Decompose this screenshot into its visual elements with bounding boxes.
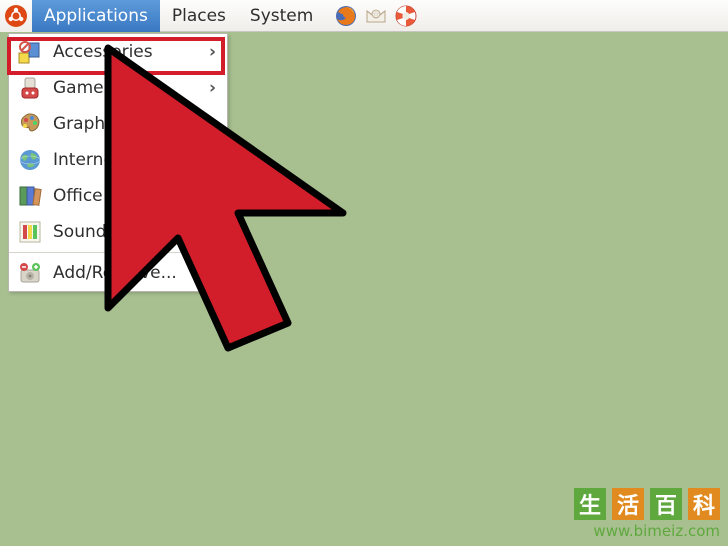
menu-item-label: Add/Remove... [53,263,199,283]
watermark-char: 科 [688,488,720,520]
watermark-chars: 生 活 百 科 [574,488,720,520]
submenu-arrow-icon: › [209,78,219,98]
watermark-char: 生 [574,488,606,520]
menu-item-office[interactable]: Office [9,178,227,214]
accessories-icon [17,39,43,65]
menu-system-label: System [250,6,313,26]
submenu-arrow-icon: › [209,42,219,62]
office-icon [17,183,43,209]
ubuntu-logo-icon[interactable] [0,0,32,32]
menu-system[interactable]: System [238,0,325,32]
menu-separator [9,252,227,253]
menu-item-label: Graphics [53,114,199,134]
internet-icon [17,147,43,173]
watermark-char: 活 [612,488,644,520]
menu-places-label: Places [172,6,226,26]
menu-item-label: Accessories [53,42,199,62]
menu-item-sound-video[interactable]: Sound & Video [9,214,227,250]
multimedia-icon [17,219,43,245]
firefox-icon[interactable] [333,3,359,29]
top-panel: Applications Places System [0,0,728,32]
watermark: 生 活 百 科 www.bimeiz.com [574,488,720,540]
applications-menu: Accessories › Games › Graphics [8,33,228,292]
menu-item-add-remove[interactable]: Add/Remove... [9,255,227,291]
menu-places[interactable]: Places [160,0,238,32]
menu-item-graphics[interactable]: Graphics [9,106,227,142]
graphics-icon [17,111,43,137]
menu-item-label: Games [53,78,199,98]
watermark-char: 百 [650,488,682,520]
mail-icon[interactable] [363,3,389,29]
games-icon [17,75,43,101]
menu-item-label: Internet [53,150,199,170]
menu-applications-label: Applications [44,6,148,26]
menu-item-label: Office [53,186,199,206]
menu-item-accessories[interactable]: Accessories › [9,34,227,70]
menu-applications[interactable]: Applications [32,0,160,32]
menu-item-games[interactable]: Games › [9,70,227,106]
watermark-url: www.bimeiz.com [574,522,720,540]
menu-item-internet[interactable]: Internet [9,142,227,178]
add-remove-icon [17,260,43,286]
menu-item-label: Sound & Video [53,222,199,242]
panel-launchers [333,3,419,29]
help-icon[interactable] [393,3,419,29]
